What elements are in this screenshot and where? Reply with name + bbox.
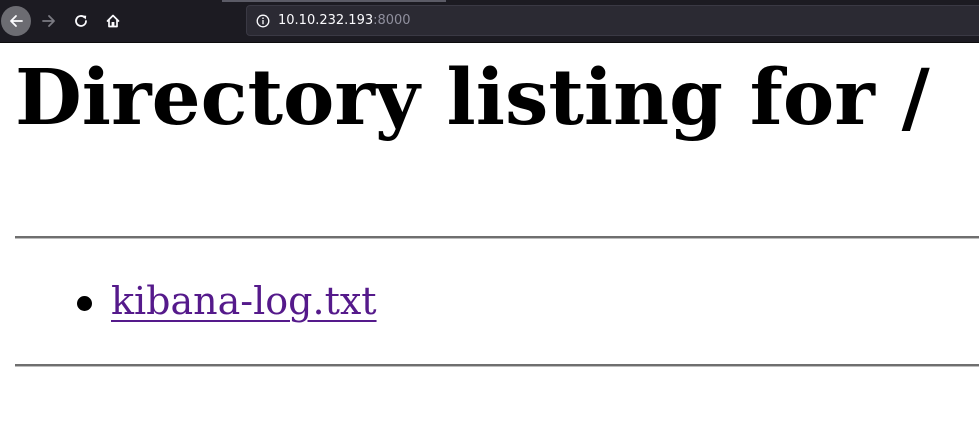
browser-toolbar: 10.10.232.193:8000 [0,0,979,43]
file-link[interactable]: kibana-log.txt [111,276,377,326]
url-host: 10.10.232.193 [278,13,374,28]
page-title: Directory listing for / [15,53,930,143]
home-icon [105,13,121,29]
arrow-left-icon [8,13,24,29]
url-text[interactable]: 10.10.232.193:8000 [278,13,411,29]
divider-bottom [15,364,979,367]
list-bullet [77,296,92,311]
reload-button[interactable] [66,6,96,36]
address-bar[interactable]: 10.10.232.193:8000 [246,5,979,36]
info-icon[interactable] [256,14,270,33]
url-port: :8000 [373,13,411,28]
forward-button[interactable] [34,6,64,36]
active-tab-edge [222,0,446,2]
divider-top [15,236,979,239]
home-button[interactable] [98,6,128,36]
back-button[interactable] [1,6,31,36]
reload-icon [73,13,89,29]
arrow-right-icon [41,13,57,29]
